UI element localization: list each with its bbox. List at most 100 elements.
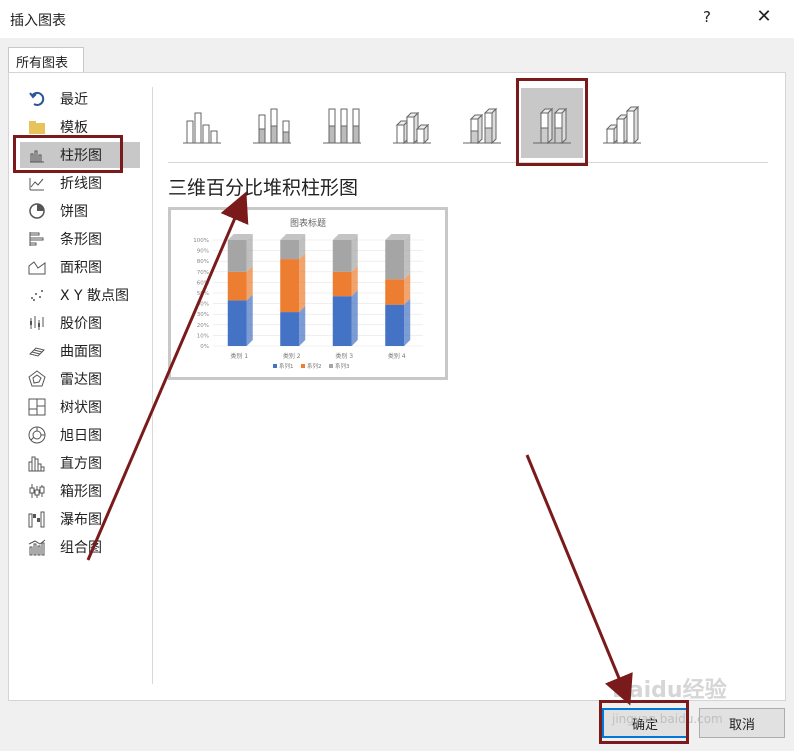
subtype-separator xyxy=(168,162,768,163)
category-item[interactable]: 雷达图 xyxy=(20,366,140,392)
selected-chart-name: 三维百分比堆积柱形图 xyxy=(168,177,359,199)
category-label: 树状图 xyxy=(60,400,102,416)
category-item[interactable]: 直方图 xyxy=(20,450,140,476)
category-label: 最近 xyxy=(60,92,88,108)
category-item[interactable]: 饼图 xyxy=(20,198,140,224)
category-label: 旭日图 xyxy=(60,428,102,444)
category-label: 模板 xyxy=(60,120,88,136)
watermark-logo: Baidu经验 xyxy=(612,678,727,703)
percent-stacked-column-icon[interactable] xyxy=(311,88,373,158)
category-item[interactable]: 瀑布图 xyxy=(20,506,140,532)
bar-segment xyxy=(280,240,300,260)
waterfall-chart-icon xyxy=(28,510,46,528)
recent-icon xyxy=(28,90,46,108)
line-chart-icon xyxy=(28,174,46,192)
3d-percent-stacked-column-icon[interactable] xyxy=(521,88,583,158)
y-tick-label: 30% xyxy=(197,312,209,318)
bar-segment xyxy=(227,271,247,301)
bar-segment-side xyxy=(246,294,253,346)
y-tick-label: 100% xyxy=(193,238,209,244)
category-item[interactable]: 组合图 xyxy=(20,534,140,560)
category-label: 箱形图 xyxy=(60,484,102,500)
x-tick-label: 类别 4 xyxy=(388,352,406,360)
bar-segment xyxy=(332,271,352,297)
legend-label: 系列3 xyxy=(335,362,350,370)
legend-swatch xyxy=(329,364,333,368)
x-tick-label: 类别 3 xyxy=(335,352,353,360)
bar-segment xyxy=(280,259,300,313)
y-tick-label: 50% xyxy=(197,291,209,297)
legend-swatch xyxy=(273,364,277,368)
y-tick-label: 10% xyxy=(197,333,209,339)
combo-chart-icon xyxy=(28,538,46,556)
help-button[interactable]: ? xyxy=(697,8,717,26)
bar-segment-side xyxy=(299,253,306,313)
category-item[interactable]: 面积图 xyxy=(20,254,140,280)
pie-chart-icon xyxy=(28,202,46,220)
bar-segment-side xyxy=(246,234,253,272)
category-label: 雷达图 xyxy=(60,372,102,388)
dialog-title: 插入图表 xyxy=(10,13,66,29)
y-tick-label: 40% xyxy=(197,302,209,308)
radar-chart-icon xyxy=(28,370,46,388)
category-item[interactable]: X Y 散点图 xyxy=(20,282,140,308)
bar-segment xyxy=(227,300,247,346)
chart-preview: 图表标题 100% 90% 80% 70% 60% 50% 40% 30% 20% 10% 0% 类别 … xyxy=(168,207,448,380)
3d-clustered-column-icon[interactable] xyxy=(381,88,443,158)
bar-segment-side xyxy=(404,234,411,280)
legend-label: 系列2 xyxy=(307,362,322,370)
category-label: 瀑布图 xyxy=(60,512,102,528)
category-item[interactable]: 旭日图 xyxy=(20,422,140,448)
category-item[interactable]: 股价图 xyxy=(20,310,140,336)
tab-all-charts[interactable]: 所有图表 xyxy=(8,47,84,73)
category-label: X Y 散点图 xyxy=(60,288,130,304)
bar-segment xyxy=(385,304,405,346)
category-item[interactable]: 曲面图 xyxy=(20,338,140,364)
bar-segment xyxy=(385,279,405,305)
category-item[interactable]: 最近 xyxy=(20,86,140,112)
area-chart-icon xyxy=(28,258,46,276)
category-item[interactable]: 树状图 xyxy=(20,394,140,420)
bar-segment-side xyxy=(351,290,358,346)
y-tick-label: 60% xyxy=(197,280,209,286)
stacked-column-icon[interactable] xyxy=(241,88,303,158)
category-label: 条形图 xyxy=(60,232,102,248)
sunburst-chart-icon xyxy=(28,426,46,444)
category-item[interactable]: 折线图 xyxy=(20,170,140,196)
y-tick-label: 0% xyxy=(200,344,209,350)
category-item[interactable]: 柱形图 xyxy=(20,142,140,168)
column-chart-icon xyxy=(28,146,46,164)
clustered-column-icon[interactable] xyxy=(171,88,233,158)
category-label: 直方图 xyxy=(60,456,102,472)
close-button[interactable]: ✕ xyxy=(752,6,776,27)
surface-chart-icon xyxy=(28,342,46,360)
y-tick-label: 20% xyxy=(197,323,209,329)
box-whisker-chart-icon xyxy=(28,482,46,500)
bar-chart-icon xyxy=(28,230,46,248)
legend-swatch xyxy=(301,364,305,368)
x-tick-label: 类别 2 xyxy=(283,352,301,360)
histogram-chart-icon xyxy=(28,454,46,472)
category-divider xyxy=(152,87,153,684)
x-tick-label: 类别 1 xyxy=(230,352,248,360)
3d-column-icon[interactable] xyxy=(591,88,653,158)
category-label: 股价图 xyxy=(60,316,102,332)
category-label: 柱形图 xyxy=(60,148,102,164)
y-tick-label: 90% xyxy=(197,249,209,255)
bar-segment xyxy=(227,240,247,272)
bar-segment-side xyxy=(404,298,411,346)
watermark-url: jingyan.baidu.com xyxy=(612,712,723,726)
category-label: 面积图 xyxy=(60,260,102,276)
y-tick-label: 70% xyxy=(197,270,209,276)
category-item[interactable]: 条形图 xyxy=(20,226,140,252)
bar-segment xyxy=(280,312,300,346)
bar-segment-side xyxy=(299,306,306,346)
3d-stacked-column-icon[interactable] xyxy=(451,88,513,158)
category-item[interactable]: 箱形图 xyxy=(20,478,140,504)
folder-icon xyxy=(28,118,46,136)
legend-label: 系列1 xyxy=(279,362,294,370)
bar-segment-side xyxy=(246,265,253,301)
category-item[interactable]: 模板 xyxy=(20,114,140,140)
bar-segment-side xyxy=(351,234,358,272)
y-tick-label: 80% xyxy=(197,259,209,265)
